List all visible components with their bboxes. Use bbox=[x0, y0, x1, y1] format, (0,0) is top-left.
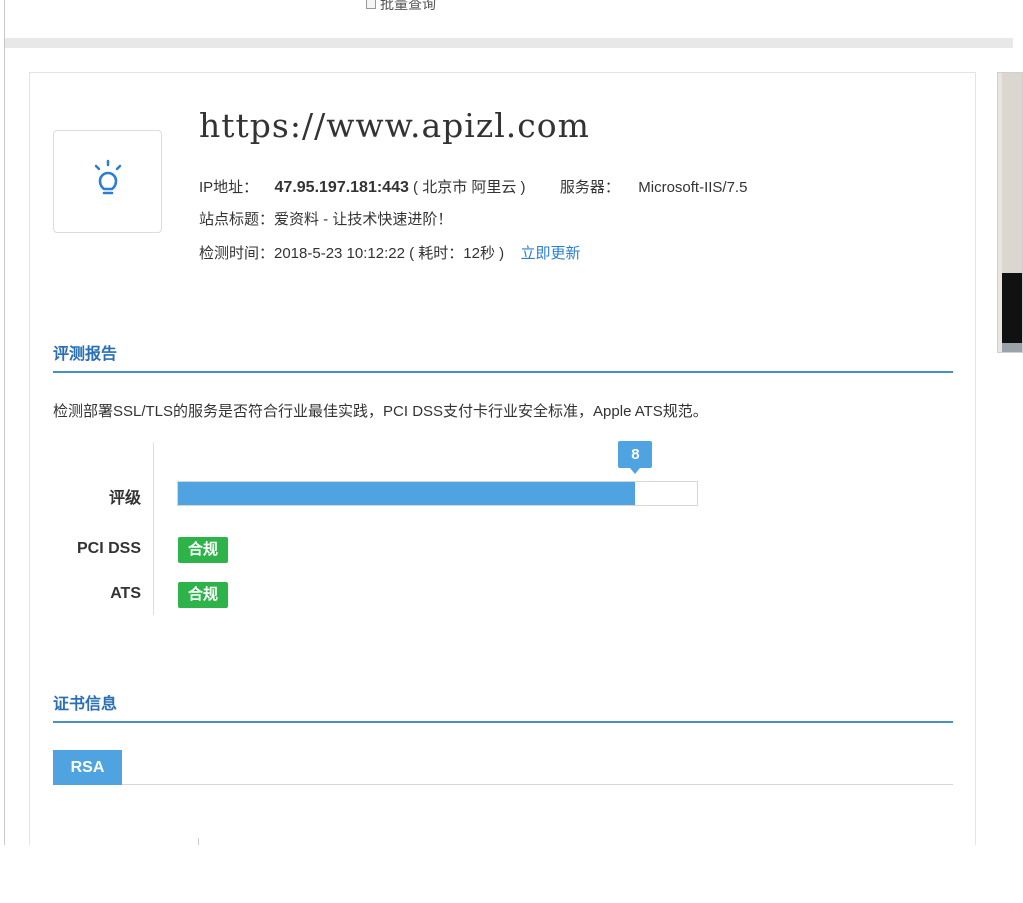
site-title-line: 站点标题：爱资料 - 让技术快速进阶！ bbox=[199, 211, 453, 228]
cert-section-rule bbox=[53, 721, 953, 723]
check-time: 检测时间：2018-5-23 10:12:22 ( 耗时：12秒 ) bbox=[199, 245, 505, 262]
tab-rsa[interactable]: RSA bbox=[53, 750, 122, 785]
report-vertical-divider bbox=[153, 443, 154, 615]
server-label: 服务器： bbox=[559, 179, 620, 196]
report-description: 检测部署SSL/TLS的服务是否符合行业最佳实践，PCI DSS支付卡行业安全标… bbox=[53, 403, 708, 420]
report-section-rule bbox=[53, 371, 953, 373]
side-advertisement-image[interactable] bbox=[997, 72, 1023, 353]
ats-label: ATS bbox=[110, 585, 141, 602]
refresh-link[interactable]: 立即更新 bbox=[520, 245, 580, 262]
site-icon-box bbox=[53, 130, 162, 233]
grade-label: 评级 bbox=[108, 490, 141, 507]
pci-dss-label: PCI DSS bbox=[76, 540, 141, 557]
ip-location: ( 北京市 阿里云 ) bbox=[413, 179, 526, 196]
cert-tab-rule bbox=[53, 784, 953, 785]
grade-score-bubble: 8 bbox=[618, 441, 653, 474]
grade-progress-fill bbox=[178, 482, 635, 505]
checkbox-icon[interactable] bbox=[366, 0, 376, 9]
report-section-title: 评测报告 bbox=[53, 346, 118, 363]
ip-label: IP地址： bbox=[199, 179, 259, 196]
lightbulb-icon bbox=[90, 159, 126, 204]
pci-dss-status-badge: 合规 bbox=[178, 537, 228, 563]
ip-server-line: IP地址： 47.95.197.181:443 ( 北京市 阿里云 ) 服务器：… bbox=[199, 176, 747, 197]
cert-section-title: 证书信息 bbox=[53, 696, 118, 713]
cert-divider-tick bbox=[198, 838, 199, 845]
left-border bbox=[4, 0, 5, 845]
server-value: Microsoft-IIS/7.5 bbox=[638, 179, 748, 196]
site-url: https://www.apizl.com bbox=[199, 106, 590, 145]
page: 批量查询 https://www.apizl.com IP地址： 47.95.1… bbox=[0, 0, 1023, 845]
check-time-line: 检测时间：2018-5-23 10:12:22 ( 耗时：12秒 ) 立即更新 bbox=[199, 242, 580, 263]
ip-value: 47.95.197.181:443 bbox=[274, 179, 409, 196]
section-divider bbox=[5, 38, 1013, 48]
ats-status-badge: 合规 bbox=[178, 582, 228, 608]
batch-query-label: 批量查询 bbox=[380, 0, 436, 12]
batch-query-checkbox[interactable]: 批量查询 bbox=[366, 0, 436, 14]
grade-progress-bar bbox=[177, 481, 698, 506]
